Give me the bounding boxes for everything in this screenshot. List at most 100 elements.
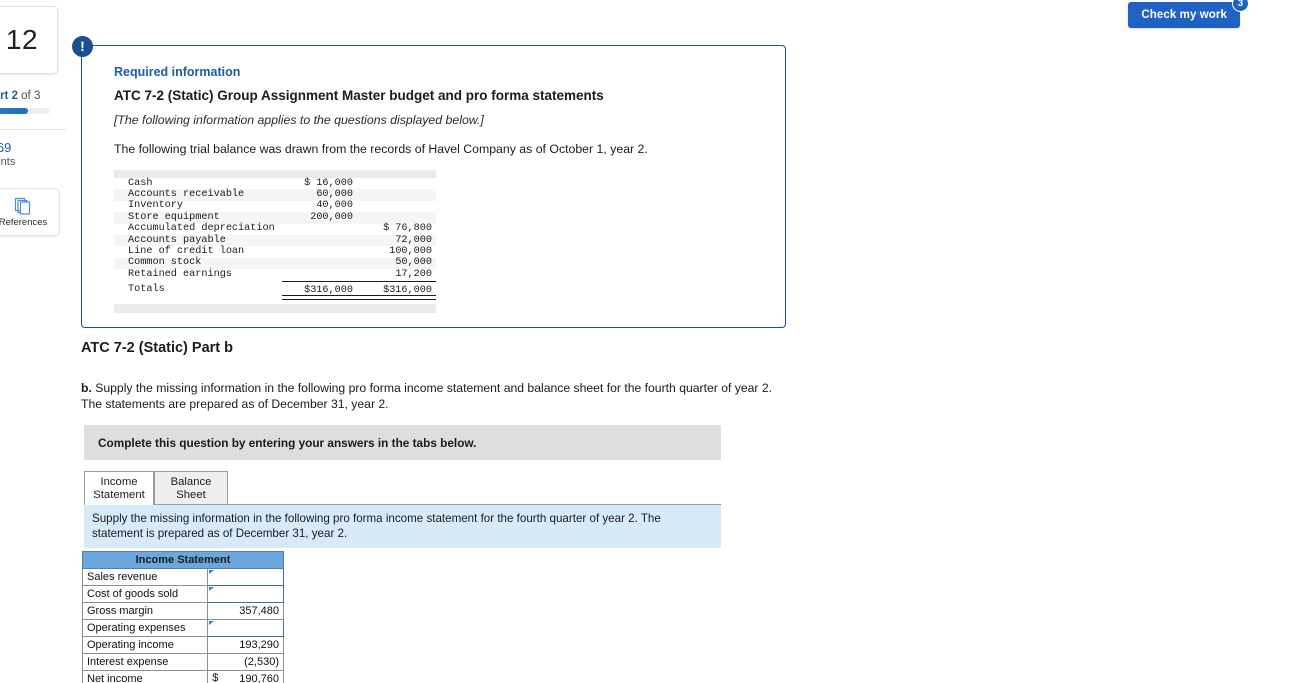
trial-balance-credit: $ 76,800 — [383, 223, 432, 235]
tab-instruction-box: Supply the missing information in the fo… — [84, 505, 721, 548]
income-statement-input-cell[interactable] — [207, 619, 284, 637]
income-statement-header: Income Statement — [82, 551, 284, 569]
trial-balance-totals-credit: $316,000 — [359, 281, 436, 300]
trial-balance-debit — [282, 235, 359, 247]
trial-balance-credit: 100,000 — [389, 245, 432, 257]
income-statement-row: Interest expense (2,530) — [81, 653, 284, 671]
trial-balance-debit: 200,000 — [282, 212, 359, 224]
trial-balance-debit: $ 16,000 — [304, 177, 353, 189]
progress-bar — [0, 108, 50, 114]
alert-icon-mark: ! — [80, 38, 85, 54]
tab-income-statement-label: Income Statement — [93, 476, 145, 501]
references-label: References — [0, 216, 48, 228]
income-statement-row: Cost of goods sold — [81, 585, 284, 603]
points-unit: points — [0, 156, 16, 168]
trial-balance-block: Cash $ 16,000 Accounts receivable 60,000 Inv… — [114, 170, 436, 313]
trial-balance-body: Cash $ 16,000 Accounts receivable 60,000 Inv… — [114, 178, 436, 300]
trial-balance-debit: 40,000 — [316, 200, 353, 212]
question-number: 12 — [5, 24, 39, 55]
income-statement-row-label: Operating expenses — [81, 619, 209, 637]
income-statement-input-cell[interactable] — [207, 585, 284, 603]
trial-balance-account: Accounts payable — [114, 235, 282, 247]
income-statement-row: Operating income 193,290 — [81, 636, 284, 654]
alert-icon: ! — [72, 36, 93, 57]
trial-balance-credit — [359, 212, 436, 224]
trial-balance-row: Common stock 50,000 — [114, 257, 436, 270]
check-my-work-button[interactable]: Check my work — [1128, 2, 1240, 28]
income-statement-header-row: Income Statement — [82, 551, 284, 569]
tab-balance-sheet[interactable]: Balance Sheet — [154, 471, 228, 505]
trial-balance-debit — [282, 224, 359, 235]
trial-balance-account: Inventory — [128, 200, 184, 212]
income-statement-input-cell[interactable] — [207, 568, 284, 586]
income-statement-row: Sales revenue — [81, 568, 284, 586]
trial-balance-debit — [282, 246, 359, 257]
income-statement-row: Gross margin 357,480 — [81, 602, 284, 620]
trial-balance-account: Accounts receivable — [114, 189, 282, 201]
income-statement-body: Sales revenue Cost of goods sold Gross mar… — [81, 568, 284, 683]
check-my-work-badge: 3 — [1232, 0, 1249, 12]
trial-balance-account: Common stock — [114, 257, 282, 270]
trial-balance-credit: 72,000 — [359, 235, 436, 247]
trial-balance-row: Cash $ 16,000 — [114, 178, 436, 189]
trial-balance-credit — [359, 201, 436, 212]
trial-balance-bottom-band — [114, 303, 436, 313]
trial-balance-debit: 60,000 — [282, 189, 359, 201]
income-statement-value-cell: $190,760 — [207, 670, 284, 683]
part-progress: Part 2 of 3 — [0, 90, 66, 114]
check-my-work-wrapper: Check my work 3 — [1128, 0, 1249, 28]
references-button[interactable]: References — [0, 188, 60, 236]
trial-balance-credit — [359, 178, 436, 189]
points-value: 7.69 — [0, 140, 12, 155]
progress-bar-fill — [0, 108, 29, 114]
assignment-title: ATC 7-2 (Static) Group Assignment Master… — [114, 88, 604, 103]
trial-balance-account: Store equipment — [114, 212, 282, 224]
question-page: 12 Part 2 of 3 7.69 points References — [0, 0, 1295, 683]
tab-income-statement[interactable]: Income Statement — [84, 471, 154, 505]
trial-balance-debit — [282, 269, 359, 282]
trial-balance-totals-row: Totals $316,000 $316,000 — [114, 281, 436, 300]
required-information-card: Required information ATC 7-2 (Static) Gr… — [81, 45, 786, 328]
trial-balance-table: Cash $ 16,000 Accounts receivable 60,000 Inv… — [114, 178, 436, 300]
trial-balance-row: Retained earnings 17,200 — [114, 269, 436, 282]
income-statement-value-cell: 193,290 — [207, 636, 284, 654]
trial-balance-row: Accounts payable 72,000 — [114, 235, 436, 247]
income-statement-row-label: Operating income — [81, 636, 209, 654]
income-statement-row-label: Cost of goods sold — [81, 585, 209, 603]
income-statement-row: Net income $190,760 — [81, 670, 284, 683]
trial-balance-row: Accumulated depreciation $ 76,800 — [114, 223, 436, 235]
income-statement-row-label: Sales revenue — [81, 568, 209, 586]
points-block: 7.69 points — [0, 140, 66, 169]
trial-balance-totals-debit: $316,000 — [282, 281, 359, 300]
trial-balance-row: Store equipment 200,000 — [114, 212, 436, 224]
trial-balance-credit: 17,200 — [359, 269, 436, 282]
trial-balance-account: Accumulated depreciation — [128, 223, 275, 235]
question-number-card[interactable]: 12 — [0, 6, 58, 74]
trial-balance-totals-label: Totals — [128, 284, 165, 296]
part-b-title: ATC 7-2 (Static) Part b — [81, 340, 234, 356]
complete-question-banner: Complete this question by entering your … — [84, 425, 721, 460]
income-statement-row: Operating expenses — [81, 619, 284, 637]
income-statement-value-cell: (2,530) — [207, 653, 284, 671]
trial-balance-account: Retained earnings — [128, 269, 232, 280]
required-information-heading: Required information — [114, 65, 241, 79]
stacked-pages-icon — [14, 197, 32, 215]
trial-balance-top-band — [114, 170, 436, 178]
income-statement-thead: Income Statement — [82, 551, 284, 569]
tab-balance-sheet-label: Balance Sheet — [170, 476, 212, 501]
trial-balance-row: Accounts receivable 60,000 — [114, 189, 436, 201]
complete-question-banner-text: Complete this question by entering your … — [98, 435, 477, 450]
trial-balance-credit: 50,000 — [359, 257, 436, 270]
tab-instruction-text: Supply the missing information in the fo… — [92, 512, 661, 540]
part-b-marker: b. — [81, 381, 92, 395]
part-label: Part 2 of 3 — [0, 90, 66, 102]
part-b-prompt-text: Supply the missing information in the fo… — [81, 381, 773, 411]
part-b-prompt: b. Supply the missing information in the… — [81, 381, 781, 412]
trial-balance-account: Cash — [128, 177, 153, 189]
trial-balance-intro: The following trial balance was drawn fr… — [114, 142, 648, 156]
part-label-current: Part 2 — [0, 90, 18, 102]
income-statement-row-label: Gross margin — [81, 602, 209, 620]
trial-balance-row: Inventory 40,000 — [114, 200, 436, 212]
applies-note: [The following information applies to th… — [114, 113, 484, 127]
income-statement-dollar-sign: $ — [212, 672, 219, 683]
